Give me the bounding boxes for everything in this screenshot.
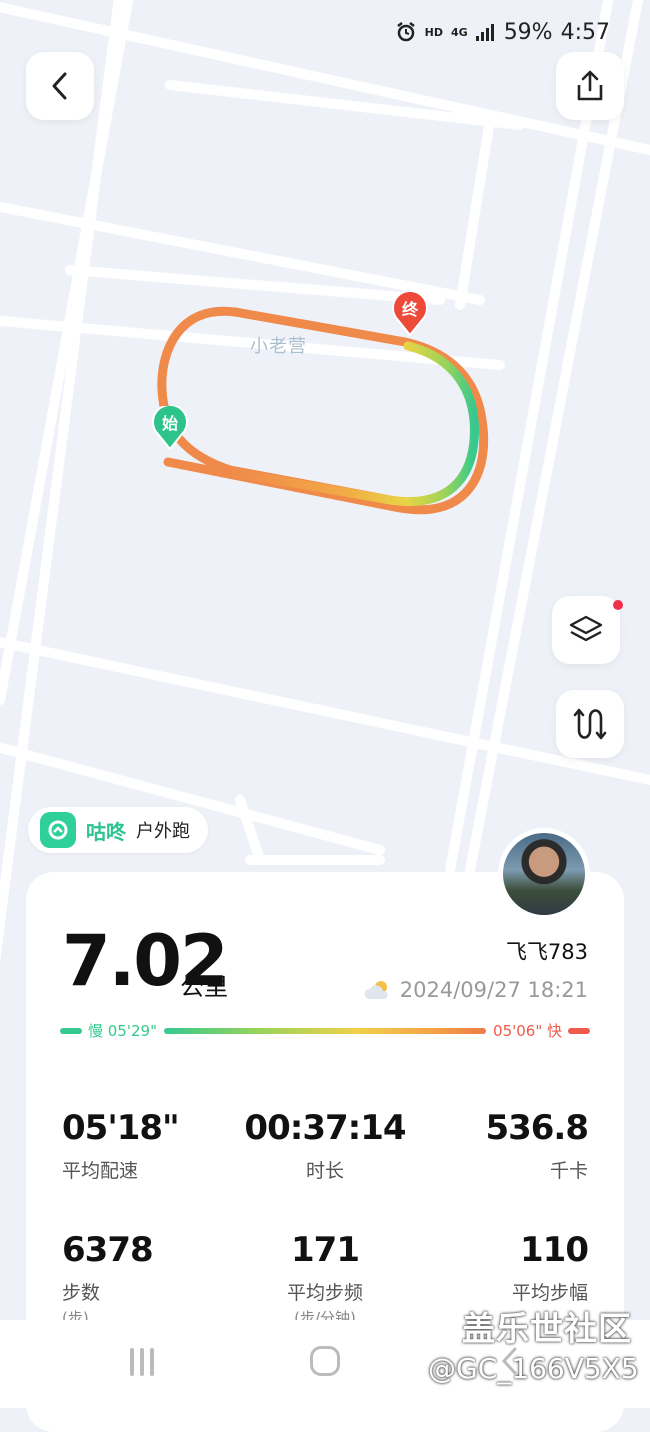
start-marker-label: 始	[161, 414, 178, 433]
avatar-image	[503, 833, 585, 915]
battery-percent: 59%	[503, 19, 553, 45]
slow-color-cap	[60, 1028, 82, 1034]
stat-cadence: 171 平均步频 (步/分钟)	[230, 1230, 420, 1328]
stat-stride: 110 平均步幅	[398, 1230, 589, 1305]
place-label: 小老营	[250, 336, 307, 357]
avg-pace-label: 平均配速	[62, 1160, 139, 1182]
route-curve-icon	[573, 708, 607, 740]
codoon-logo-icon	[40, 812, 76, 848]
alarm-icon	[396, 22, 415, 42]
datetime-text: 2024/09/27 18:21	[399, 978, 588, 1002]
cadence-label: 平均步频	[286, 1282, 363, 1304]
stat-avg-pace: 05'18" 平均配速	[62, 1108, 252, 1183]
slow-pace-label: 慢 05'29"	[88, 1022, 157, 1040]
steps-value: 6378	[62, 1230, 154, 1270]
share-icon	[577, 70, 603, 101]
network-indicator: 4G	[451, 25, 468, 39]
stride-label: 平均步幅	[511, 1282, 588, 1304]
stat-duration: 00:37:14 时长	[230, 1108, 420, 1183]
avatar[interactable]	[498, 828, 590, 920]
hd-indicator: HD	[424, 25, 443, 39]
duration-value: 00:37:14	[244, 1108, 406, 1148]
end-marker-label: 终	[401, 300, 418, 319]
watermark-title: 盖乐世社区	[462, 1309, 632, 1348]
back-button[interactable]	[26, 52, 94, 120]
share-button[interactable]	[556, 52, 624, 120]
fast-color-cap	[568, 1028, 590, 1034]
app-source-chip[interactable]: 咕咚 户外跑	[28, 807, 208, 853]
duration-label: 时长	[305, 1160, 344, 1182]
app-brand: 咕咚	[86, 819, 126, 844]
distance-unit: 公里	[180, 973, 228, 1001]
workout-datetime: 2024/09/27 18:21	[362, 978, 588, 1002]
running-track	[157, 306, 489, 515]
stat-steps: 6378 步数 (步)	[62, 1230, 252, 1328]
stride-value: 110	[520, 1230, 589, 1270]
layers-icon	[569, 615, 603, 642]
track-replay-button[interactable]	[556, 690, 624, 758]
avg-pace-value: 05'18"	[62, 1108, 180, 1148]
steps-label: 步数	[62, 1282, 101, 1304]
fast-pace-label: 05'06" 快	[493, 1022, 562, 1040]
home-button[interactable]	[310, 1346, 340, 1376]
signal-icon	[475, 24, 494, 41]
stat-calories: 536.8 千卡	[398, 1108, 589, 1183]
username[interactable]: 飞飞783	[506, 936, 588, 966]
notification-dot	[613, 600, 623, 610]
activity-type: 户外跑	[136, 821, 190, 842]
pace-range-bar: 慢 05'29" 05'06" 快	[60, 1018, 590, 1044]
end-marker[interactable]: 终	[392, 292, 428, 336]
calories-value: 536.8	[485, 1108, 589, 1148]
recents-button[interactable]	[130, 1348, 154, 1376]
map-layers-button[interactable]	[552, 596, 623, 664]
calories-label: 千卡	[549, 1160, 588, 1182]
partly-cloudy-icon	[364, 981, 388, 999]
chevron-left-icon	[52, 72, 67, 100]
cadence-value: 171	[291, 1230, 360, 1270]
clock: 4:57	[560, 19, 610, 45]
pace-gradient	[164, 1028, 486, 1034]
start-marker[interactable]: 始	[152, 406, 188, 450]
watermark-handle: @GC_166V5X5	[428, 1352, 639, 1385]
status-bar: HD 4G 59% 4:57	[395, 18, 610, 46]
